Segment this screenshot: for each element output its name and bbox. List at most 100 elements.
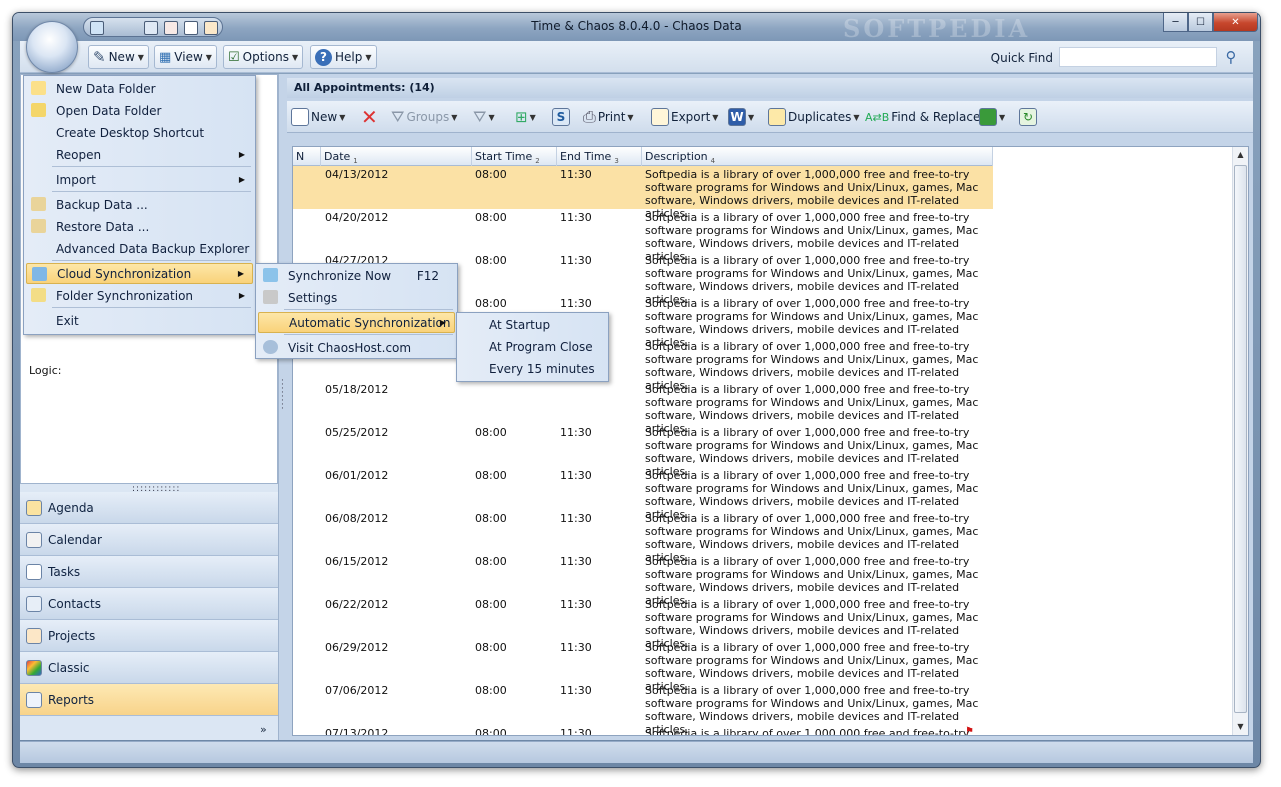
classic-icon xyxy=(26,659,42,676)
table-row[interactable]: 04/20/2012 08:00 11:30 Softpedia is a libra… xyxy=(293,209,993,263)
table-row[interactable]: 07/06/2012 08:00 11:30 Softpedia is a libra… xyxy=(293,682,993,735)
cell-date: 04/20/2012 xyxy=(325,211,389,224)
toolbar-save-button[interactable]: ▼ xyxy=(979,105,1005,129)
cell-date: 07/13/2012 xyxy=(325,727,389,736)
nav-contacts[interactable]: Contacts xyxy=(20,588,278,620)
menu-new-data-folder[interactable]: New Data Folder xyxy=(26,78,253,99)
restore-icon xyxy=(31,219,46,233)
ribbon-help-button[interactable]: ? Help ▼ xyxy=(310,45,377,69)
nav-label: Reports xyxy=(48,692,95,707)
toolbar-refresh-button[interactable]: ↻ xyxy=(1019,105,1037,129)
toolbar-sync-button[interactable]: S xyxy=(552,105,570,129)
menu-folder-synchronization[interactable]: Folder Synchronization ▶ xyxy=(26,285,253,306)
application-menu-button[interactable] xyxy=(26,21,78,73)
cell-date: 06/08/2012 xyxy=(325,512,389,525)
table-row[interactable]: 04/13/2012 08:00 11:30 Softpedia is a libra… xyxy=(293,166,993,220)
toolbar-print-button[interactable]: ⎙ Print ▼ xyxy=(583,105,634,129)
col-header-date[interactable]: Date 1 xyxy=(321,147,472,166)
table-row[interactable]: 06/29/2012 08:00 11:30 Softpedia is a libra… xyxy=(293,639,993,693)
menu-visit-chaoshost[interactable]: Visit ChaosHost.com xyxy=(258,337,455,358)
col-header-start-time[interactable]: Start Time 2 xyxy=(472,147,557,166)
col-header-end-time[interactable]: End Time 3 xyxy=(557,147,642,166)
appointments-grid: N Date 1 Start Time 2 End Time 3 Descriptio… xyxy=(292,146,1249,736)
menu-exit[interactable]: Exit xyxy=(26,310,253,331)
scroll-up-icon[interactable]: ▲ xyxy=(1233,147,1248,163)
toolbar-duplicates-label: Duplicates xyxy=(788,110,852,124)
menu-every-15-minutes[interactable]: Every 15 minutes xyxy=(459,358,606,379)
menu-advanced-backup-explorer[interactable]: Advanced Data Backup Explorer xyxy=(26,238,253,259)
title-bar[interactable]: SOFTPEDIA Time & Chaos 8.0.4.0 - Chaos D… xyxy=(13,13,1260,43)
ribbon-help-label: Help xyxy=(335,50,363,64)
cell-end-time: 11:30 xyxy=(560,641,592,654)
table-row[interactable]: 05/25/2012 08:00 11:30 Softpedia is a libra… xyxy=(293,424,993,478)
table-row[interactable]: 06/15/2012 08:00 11:30 Softpedia is a libra… xyxy=(293,553,993,607)
cell-start-time: 08:00 xyxy=(475,598,507,611)
menu-restore-data[interactable]: Restore Data ... xyxy=(26,216,253,237)
menu-label: Automatic Synchronization xyxy=(289,315,451,330)
toolbar-find-replace-button[interactable]: A⇄B Find & Replace xyxy=(865,105,980,129)
sync-now-icon xyxy=(263,268,278,282)
search-icon[interactable]: ⚲ xyxy=(1221,47,1241,67)
cell-start-time: 08:00 xyxy=(475,555,507,568)
word-icon: W xyxy=(728,108,746,126)
nav-reports[interactable]: Reports xyxy=(20,684,278,716)
toolbar-new-button[interactable]: New ▼ xyxy=(291,105,345,129)
cell-start-time: 08:00 xyxy=(475,426,507,439)
toolbar-duplicates-button[interactable]: Duplicates ▼ xyxy=(768,105,860,129)
menu-synchronize-now[interactable]: Synchronize Now F12 xyxy=(258,265,455,286)
nav-label: Agenda xyxy=(48,500,94,515)
menu-open-data-folder[interactable]: Open Data Folder xyxy=(26,100,253,121)
vertical-scrollbar[interactable]: ▲ ▼ xyxy=(1232,147,1248,735)
toolbar-find-replace-label: Find & Replace xyxy=(891,110,981,124)
table-row[interactable]: 06/01/2012 08:00 11:30 Softpedia is a libra… xyxy=(293,467,993,521)
cell-description: Softpedia is a library of over 1,000,000… xyxy=(645,727,970,736)
close-button[interactable]: ✕ xyxy=(1213,13,1258,32)
table-row[interactable]: 06/22/2012 08:00 11:30 Softpedia is a libra… xyxy=(293,596,993,650)
col-header-n[interactable]: N xyxy=(293,147,321,166)
minimize-button[interactable]: ─ xyxy=(1163,13,1188,32)
nav-classic[interactable]: Classic xyxy=(20,652,278,684)
col-header-description[interactable]: Description 4 xyxy=(642,147,993,166)
vertical-splitter[interactable]: · · · · · · · · xyxy=(279,74,287,740)
scrollbar-thumb[interactable] xyxy=(1234,165,1247,713)
menu-at-startup[interactable]: At Startup xyxy=(459,314,606,335)
toolbar-groups-button[interactable]: ⛛ Groups ▼ xyxy=(391,105,457,129)
menu-import[interactable]: Import ▶ xyxy=(26,169,253,190)
nav-calendar[interactable]: Calendar xyxy=(20,524,278,556)
maximize-button[interactable]: ☐ xyxy=(1188,13,1213,32)
nav-tasks[interactable]: Tasks xyxy=(20,556,278,588)
menu-at-program-close[interactable]: At Program Close xyxy=(459,336,606,357)
menu-label: Open Data Folder xyxy=(56,103,162,118)
projects-icon xyxy=(26,627,42,644)
quick-find-input[interactable] xyxy=(1059,47,1217,67)
col-header-label: Date xyxy=(324,150,351,163)
ribbon-view-button[interactable]: ▦ View ▼ xyxy=(154,45,217,69)
menu-label: Reopen xyxy=(56,147,102,162)
toolbar-tree-button[interactable]: ⊞ ▼ xyxy=(515,105,536,129)
delete-icon[interactable]: ✕ xyxy=(361,105,378,129)
nav-agenda[interactable]: Agenda xyxy=(20,492,278,524)
table-row[interactable]: 05/18/2012 Softpedia is a library of over… xyxy=(293,381,993,435)
col-header-label: Start Time xyxy=(475,150,533,163)
scroll-down-icon[interactable]: ▼ xyxy=(1233,719,1248,735)
menu-reopen[interactable]: Reopen ▶ xyxy=(26,144,253,165)
cell-end-time: 11:30 xyxy=(560,426,592,439)
table-row[interactable]: 06/08/2012 08:00 11:30 Softpedia is a libra… xyxy=(293,510,993,564)
menu-settings[interactable]: Settings xyxy=(258,287,455,308)
menu-automatic-synchronization[interactable]: Automatic Synchronization ▶ xyxy=(258,312,455,333)
toolbar-filter-button[interactable]: ⛛ ▼ xyxy=(473,105,495,129)
nav-projects[interactable]: Projects xyxy=(20,620,278,652)
menu-backup-data[interactable]: Backup Data ... xyxy=(26,194,253,215)
ribbon-new-button[interactable]: ✎ New ▼ xyxy=(88,45,149,69)
folder-sync-icon xyxy=(31,288,46,302)
toolbar-word-button[interactable]: W ▼ xyxy=(728,105,754,129)
more-buttons-icon[interactable]: » xyxy=(260,723,267,736)
cell-start-time: 08:00 xyxy=(475,211,507,224)
menu-cloud-synchronization[interactable]: Cloud Synchronization ▶ xyxy=(26,263,253,284)
menu-create-desktop-shortcut[interactable]: Create Desktop Shortcut xyxy=(26,122,253,143)
ribbon-options-button[interactable]: ☑ Options ▼ xyxy=(223,45,304,69)
grid-view-icon: ▦ xyxy=(159,49,172,65)
toolbar-export-button[interactable]: Export ▼ xyxy=(651,105,718,129)
ribbon-options-label: Options xyxy=(242,50,289,64)
table-row[interactable]: 07/13/2012 08:00 11:30 Softpedia is a libra… xyxy=(293,725,993,736)
